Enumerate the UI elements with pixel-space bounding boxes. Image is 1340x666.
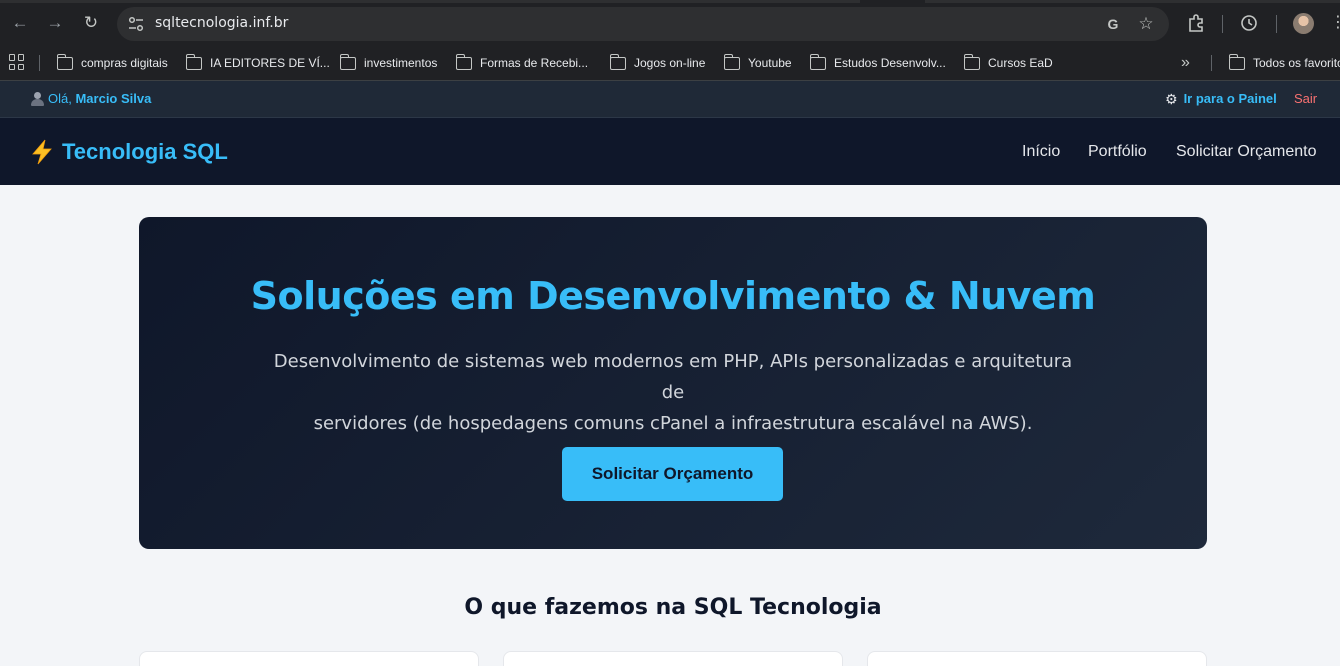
folder-icon	[609, 53, 626, 70]
hero-title: Soluções em Desenvolvimento & Nuvem	[250, 274, 1096, 318]
hero-description: Desenvolvimento de sistemas web modernos…	[273, 351, 1073, 434]
bookmark-folder[interactable]: Youtube	[723, 53, 792, 73]
folder-icon	[455, 53, 472, 70]
reload-icon[interactable]: ↻	[81, 13, 101, 33]
greeting: Olá, Marcio Silva	[48, 91, 152, 106]
service-card	[503, 651, 843, 666]
folder-icon	[809, 53, 826, 70]
translate-icon[interactable]: G	[1103, 14, 1123, 34]
browser-menu-icon[interactable]: ⋮	[1330, 13, 1340, 33]
tab-strip-edge	[925, 0, 1340, 3]
bookmark-folder[interactable]: IA EDITORES DE VÍ...	[185, 53, 330, 73]
logo-text: Tecnologia SQL	[62, 139, 228, 164]
all-bookmarks-folder[interactable]: Todos os favoritos	[1228, 53, 1340, 73]
admin-bar	[0, 81, 1340, 118]
bookmark-folder[interactable]: Jogos on-line	[609, 53, 705, 73]
toolbar-divider	[1276, 15, 1277, 33]
go-to-panel-link[interactable]: ⚙ Ir para o Painel	[1165, 91, 1277, 106]
folder-icon	[339, 53, 356, 70]
bookmarks-bar: compras digitais IA EDITORES DE VÍ... in…	[0, 46, 1340, 81]
tab-strip-edge	[0, 0, 860, 3]
bookmarks-divider	[1211, 55, 1212, 71]
bookmark-star-icon[interactable]: ☆	[1136, 14, 1156, 34]
more-bookmarks-icon[interactable]: »	[1181, 55, 1190, 71]
nav-link-inicio[interactable]: Início	[1022, 143, 1060, 161]
gear-icon: ⚙	[1165, 90, 1178, 107]
service-card	[139, 651, 479, 666]
lightning-bolt-icon	[32, 139, 52, 165]
url-text[interactable]: sqltecnologia.inf.br	[155, 15, 288, 31]
folder-icon	[185, 53, 202, 70]
logout-link[interactable]: Sair	[1294, 91, 1317, 106]
bookmark-folder[interactable]: Estudos Desenvolv...	[809, 53, 946, 73]
folder-icon	[1228, 53, 1245, 70]
user-icon	[31, 92, 44, 106]
bookmark-folder[interactable]: investimentos	[339, 53, 437, 73]
folder-icon	[963, 53, 980, 70]
history-icon[interactable]	[1239, 13, 1259, 33]
extensions-icon[interactable]	[1186, 13, 1206, 33]
site-logo[interactable]: Tecnologia SQL	[30, 139, 228, 165]
bookmarks-divider	[39, 55, 40, 71]
forward-icon[interactable]: →	[45, 13, 65, 33]
folder-icon	[723, 53, 740, 70]
nav-link-solicitar-orcamento[interactable]: Solicitar Orçamento	[1176, 143, 1317, 161]
back-icon[interactable]: ←	[10, 13, 30, 33]
apps-grid-icon[interactable]	[9, 54, 25, 70]
nav-link-portfolio[interactable]: Portfólio	[1088, 143, 1147, 161]
folder-icon	[56, 53, 73, 70]
profile-avatar[interactable]	[1293, 13, 1314, 34]
bookmark-folder[interactable]: Cursos EaD	[963, 53, 1053, 73]
request-quote-button[interactable]: Solicitar Orçamento	[562, 447, 783, 501]
site-info-icon[interactable]	[127, 15, 145, 33]
service-card	[867, 651, 1207, 666]
user-name: Marcio Silva	[75, 91, 152, 106]
bookmark-folder[interactable]: Formas de Recebi...	[455, 53, 588, 73]
bookmark-folder[interactable]: compras digitais	[56, 53, 168, 73]
section-title: O que fazemos na SQL Tecnologia	[464, 595, 882, 620]
toolbar-divider	[1222, 15, 1223, 33]
